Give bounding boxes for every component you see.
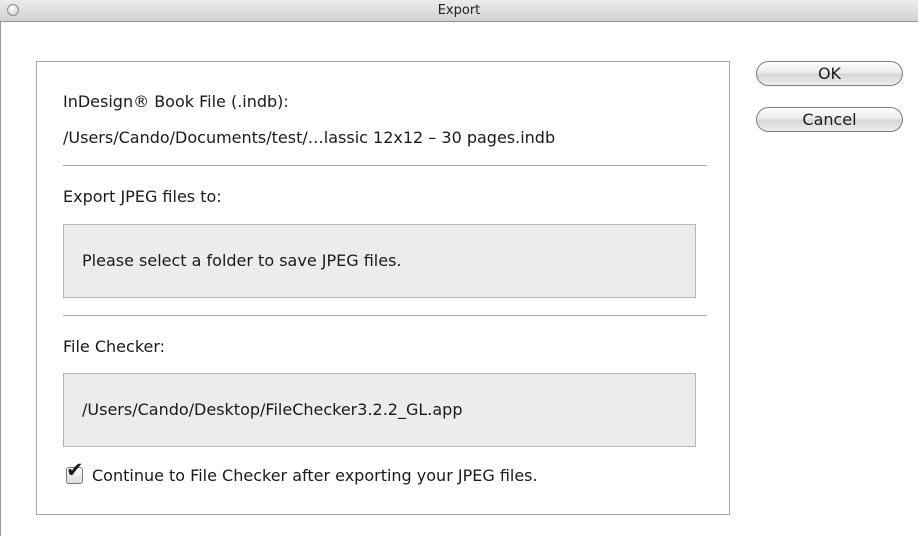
window-border [0,22,1,536]
book-file-path: /Users/Cando/Documents/test/…lassic 12x1… [63,128,556,147]
checkmark-icon: ✔ [66,458,84,482]
separator [63,165,707,166]
title-bar: Export [0,0,918,22]
book-file-label: InDesign® Book File (.indb): [63,92,289,111]
separator [63,315,707,316]
cancel-button[interactable]: Cancel [756,107,903,132]
export-folder-field[interactable]: Please select a folder to save JPEG file… [63,224,696,298]
file-checker-path-field[interactable]: /Users/Cando/Desktop/FileChecker3.2.2_GL… [63,373,696,447]
ok-button[interactable]: OK [756,61,903,86]
export-jpeg-label: Export JPEG files to: [63,187,222,206]
file-checker-label: File Checker: [63,337,166,356]
continue-checkbox[interactable]: ✔ [66,460,84,484]
window-title: Export [437,3,481,18]
continue-checkbox-label[interactable]: Continue to File Checker after exporting… [92,466,538,485]
export-dialog: Export InDesign® Book File (.indb): /Use… [0,0,918,536]
